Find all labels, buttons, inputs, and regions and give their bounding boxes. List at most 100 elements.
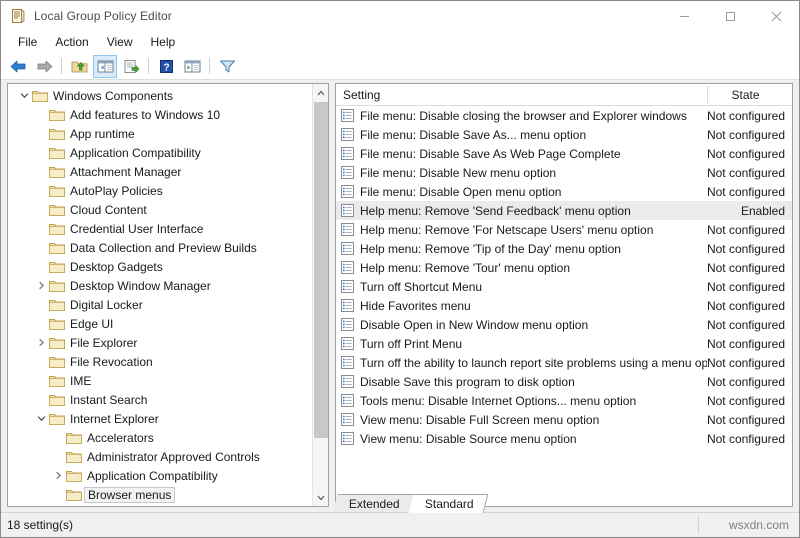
tree-item[interactable]: Compatibility View bbox=[8, 504, 313, 506]
setting-row[interactable]: View menu: Disable Full Screen menu opti… bbox=[336, 410, 792, 429]
maximize-button[interactable] bbox=[707, 1, 753, 31]
setting-row[interactable]: File menu: Disable Open menu option Not c… bbox=[336, 182, 792, 201]
menu-action[interactable]: Action bbox=[46, 33, 97, 51]
tab-extended[interactable]: Extended bbox=[332, 494, 415, 513]
setting-row[interactable]: Help menu: Remove 'Send Feedback' menu o… bbox=[336, 201, 792, 220]
settings-list[interactable]: File menu: Disable closing the browser a… bbox=[336, 106, 792, 506]
setting-row[interactable]: Help menu: Remove 'Tip of the Day' menu … bbox=[336, 239, 792, 258]
setting-row[interactable]: Turn off Shortcut Menu Not configured bbox=[336, 277, 792, 296]
setting-state: Not configured bbox=[706, 279, 785, 294]
tree-item[interactable]: Data Collection and Preview Builds bbox=[8, 238, 313, 257]
column-header-setting[interactable]: Setting bbox=[336, 88, 707, 102]
policy-tree[interactable]: Windows Components Add features to Window… bbox=[8, 84, 313, 506]
tree-item[interactable]: File Explorer bbox=[8, 333, 313, 352]
setting-row[interactable]: View menu: Disable Source menu option Not… bbox=[336, 429, 792, 448]
setting-row[interactable]: Help menu: Remove 'For Netscape Users' m… bbox=[336, 220, 792, 239]
filter-icon[interactable] bbox=[215, 55, 239, 78]
setting-state: Not configured bbox=[706, 146, 785, 161]
tree-item[interactable]: IME bbox=[8, 371, 313, 390]
folder-icon bbox=[49, 412, 65, 426]
setting-row[interactable]: Tools menu: Disable Internet Options... … bbox=[336, 391, 792, 410]
setting-row[interactable]: File menu: Disable New menu option Not co… bbox=[336, 163, 792, 182]
menu-help[interactable]: Help bbox=[142, 33, 185, 51]
setting-state: Enabled bbox=[740, 203, 785, 218]
export-list-icon[interactable] bbox=[119, 55, 143, 78]
tree-vertical-scrollbar[interactable] bbox=[312, 84, 328, 506]
tree-item[interactable]: Edge UI bbox=[8, 314, 313, 333]
local-group-policy-editor-window: Local Group Policy Editor File Action Vi… bbox=[0, 0, 800, 538]
toolbar-separator bbox=[61, 58, 62, 74]
setting-row[interactable]: File menu: Disable closing the browser a… bbox=[336, 106, 792, 125]
setting-row[interactable]: Turn off the ability to launch report si… bbox=[336, 353, 792, 372]
setting-row[interactable]: Turn off Print Menu Not configured bbox=[336, 334, 792, 353]
setting-row[interactable]: Disable Save this program to disk option… bbox=[336, 372, 792, 391]
chevron-right-icon[interactable] bbox=[50, 468, 66, 484]
tree-item[interactable]: Application Compatibility bbox=[8, 143, 313, 162]
tree-item[interactable]: Internet Explorer bbox=[8, 409, 313, 428]
tree-item-label: Instant Search bbox=[70, 392, 148, 407]
tree-item[interactable]: Instant Search bbox=[8, 390, 313, 409]
policy-setting-icon bbox=[341, 280, 354, 293]
tree-item-label: AutoPlay Policies bbox=[70, 183, 163, 198]
chevron-right-icon[interactable] bbox=[33, 335, 49, 351]
tab-standard[interactable]: Standard bbox=[408, 494, 488, 513]
setting-row[interactable]: File menu: Disable Save As Web Page Comp… bbox=[336, 144, 792, 163]
setting-name-cell: Help menu: Remove 'Send Feedback' menu o… bbox=[336, 204, 707, 218]
tree-item[interactable]: Browser menus bbox=[8, 485, 313, 504]
tree-item[interactable]: Credential User Interface bbox=[8, 219, 313, 238]
forward-arrow-icon[interactable] bbox=[32, 55, 56, 78]
tree-item[interactable]: Add features to Windows 10 bbox=[8, 105, 313, 124]
tree-item[interactable]: App runtime bbox=[8, 124, 313, 143]
chevron-down-icon[interactable] bbox=[33, 411, 49, 427]
tree-item[interactable]: File Revocation bbox=[8, 352, 313, 371]
folder-icon bbox=[49, 127, 65, 141]
policy-setting-icon bbox=[341, 356, 354, 369]
back-arrow-icon[interactable] bbox=[6, 55, 30, 78]
up-one-level-icon[interactable] bbox=[67, 55, 91, 78]
setting-row[interactable]: Disable Open in New Window menu option No… bbox=[336, 315, 792, 334]
chevron-right-icon[interactable] bbox=[33, 278, 49, 294]
column-divider[interactable] bbox=[707, 86, 708, 103]
show-hide-tree-icon[interactable] bbox=[93, 54, 117, 78]
policy-setting-icon bbox=[341, 318, 354, 331]
policy-setting-icon bbox=[341, 299, 354, 312]
tree-item[interactable]: Attachment Manager bbox=[8, 162, 313, 181]
scroll-down-arrow-icon[interactable] bbox=[313, 489, 328, 506]
show-properties-icon[interactable] bbox=[180, 55, 204, 78]
help-icon[interactable]: ? bbox=[154, 55, 178, 78]
setting-label: Help menu: Remove 'Tour' menu option bbox=[360, 260, 571, 275]
setting-label: Tools menu: Disable Internet Options... … bbox=[360, 393, 637, 408]
setting-label: File menu: Disable Save As Web Page Comp… bbox=[360, 146, 621, 161]
tree-item[interactable]: Administrator Approved Controls bbox=[8, 447, 313, 466]
close-button[interactable] bbox=[753, 1, 799, 31]
menu-view[interactable]: View bbox=[98, 33, 142, 51]
setting-name-cell: Help menu: Remove 'Tip of the Day' menu … bbox=[336, 242, 707, 256]
setting-row[interactable]: Hide Favorites menu Not configured bbox=[336, 296, 792, 315]
policy-setting-icon bbox=[341, 128, 354, 141]
tree-item[interactable]: Cloud Content bbox=[8, 200, 313, 219]
scroll-up-arrow-icon[interactable] bbox=[313, 84, 328, 101]
setting-state: Not configured bbox=[706, 336, 785, 351]
scroll-thumb[interactable] bbox=[314, 102, 328, 438]
tree-item[interactable]: Digital Locker bbox=[8, 295, 313, 314]
menu-file[interactable]: File bbox=[9, 33, 46, 51]
tree-item[interactable]: Desktop Gadgets bbox=[8, 257, 313, 276]
column-header-state[interactable]: State bbox=[707, 88, 792, 102]
tree-item[interactable]: AutoPlay Policies bbox=[8, 181, 313, 200]
setting-row[interactable]: Help menu: Remove 'Tour' menu option Not … bbox=[336, 258, 792, 277]
tree-item[interactable]: Application Compatibility bbox=[8, 466, 313, 485]
tree-item[interactable]: Windows Components bbox=[8, 86, 313, 105]
minimize-button[interactable] bbox=[661, 1, 707, 31]
policy-setting-icon bbox=[341, 413, 354, 426]
tree-item[interactable]: Accelerators bbox=[8, 428, 313, 447]
chevron-down-icon[interactable] bbox=[16, 88, 32, 104]
tree-item[interactable]: Desktop Window Manager bbox=[8, 276, 313, 295]
setting-row[interactable]: File menu: Disable Save As... menu optio… bbox=[336, 125, 792, 144]
tree-item-label: Administrator Approved Controls bbox=[87, 449, 260, 464]
folder-icon bbox=[49, 317, 65, 331]
